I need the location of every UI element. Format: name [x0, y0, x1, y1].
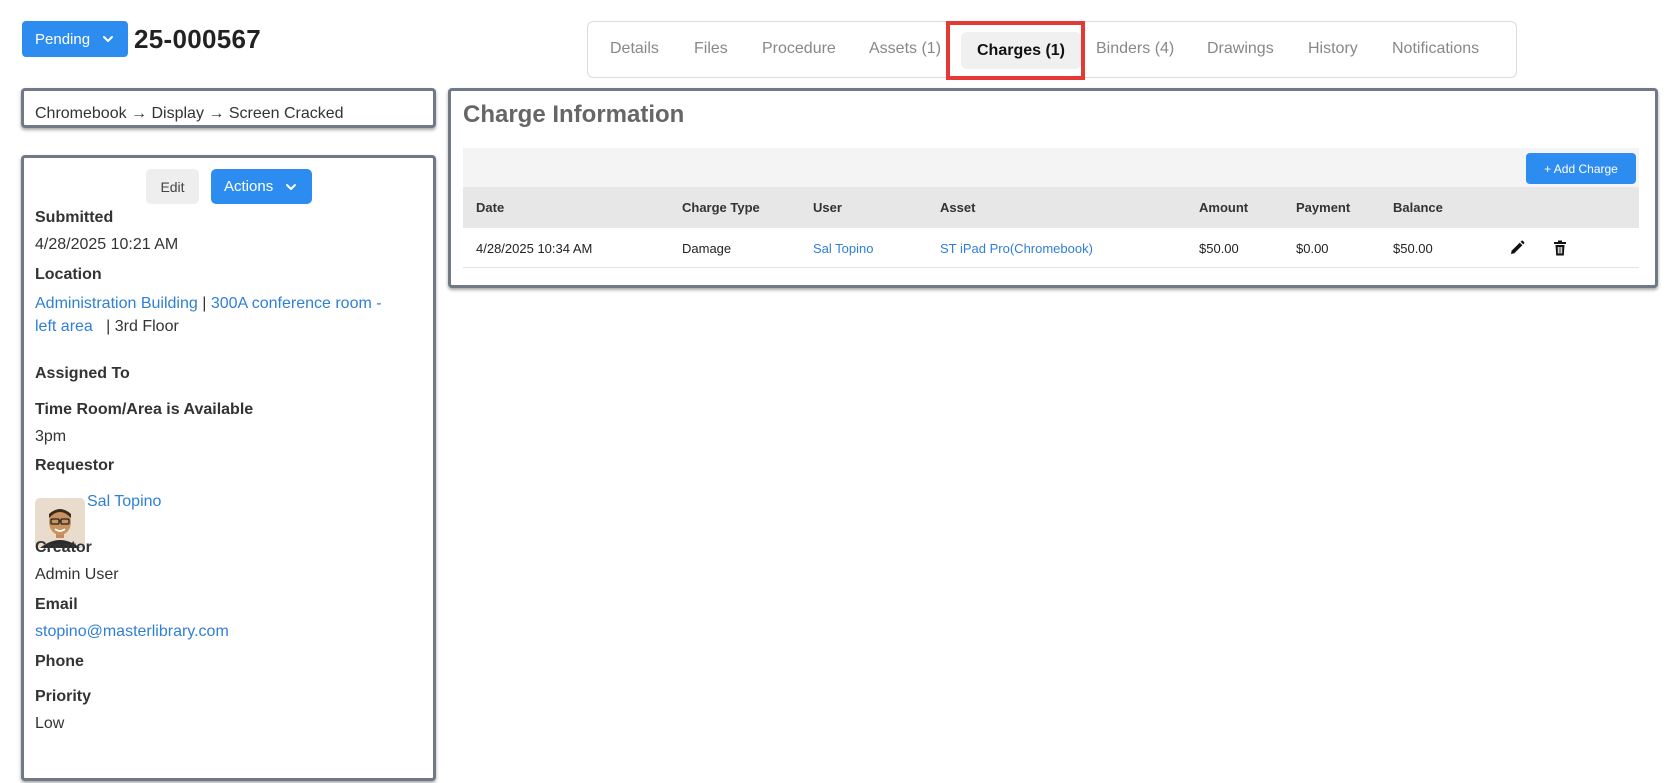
priority-value: Low: [35, 715, 65, 732]
tab-history[interactable]: History: [1308, 40, 1358, 58]
add-charge-button[interactable]: + Add Charge: [1526, 153, 1636, 184]
column-header-charge-type[interactable]: Charge Type: [682, 200, 760, 215]
ticket-info-panel: Edit Actions Submitted 4/28/2025 10:21 A…: [21, 155, 436, 781]
charge-payment: $0.00: [1296, 241, 1329, 256]
column-header-balance[interactable]: Balance: [1393, 200, 1443, 215]
requestor-label: Requestor: [35, 457, 115, 474]
table-row: 4/28/2025 10:34 AM Damage Sal Topino ST …: [463, 228, 1639, 268]
status-dropdown[interactable]: Pending: [22, 21, 128, 57]
location-room-link[interactable]: 300A conference room -: [211, 295, 382, 312]
priority-label: Priority: [35, 688, 92, 705]
location-value: Administration Building | 300A conferenc…: [35, 292, 415, 338]
charge-asset-link[interactable]: ST iPad Pro(Chromebook): [940, 241, 1093, 256]
creator-value: Admin User: [35, 566, 119, 583]
actions-button[interactable]: Actions: [211, 169, 312, 204]
column-header-amount[interactable]: Amount: [1199, 200, 1248, 215]
category-breadcrumb: Chromebook → Display → Screen Cracked: [21, 88, 436, 128]
trash-icon[interactable]: [1551, 239, 1569, 257]
email-link[interactable]: stopino@masterlibrary.com: [35, 623, 229, 641]
chevron-down-icon: [103, 36, 114, 42]
charge-amount: $50.00: [1199, 241, 1239, 256]
charge-information-panel: Charge Information + Add Charge Date Cha…: [448, 88, 1658, 288]
tab-drawings[interactable]: Drawings: [1207, 40, 1274, 58]
tab-files[interactable]: Files: [694, 40, 728, 58]
charges-table-header: Date Charge Type User Asset Amount Payme…: [463, 187, 1639, 228]
edit-pencil-icon[interactable]: [1508, 239, 1526, 257]
location-separator: |: [202, 295, 207, 312]
tab-bar: Details Files Procedure Assets (1) Charg…: [587, 21, 1517, 78]
location-separator: |: [106, 318, 111, 335]
time-available-value: 3pm: [35, 428, 67, 445]
column-header-user[interactable]: User: [813, 200, 842, 215]
submitted-value: 4/28/2025 10:21 AM: [35, 236, 179, 253]
tab-notifications[interactable]: Notifications: [1392, 40, 1479, 58]
column-header-asset[interactable]: Asset: [940, 200, 975, 215]
column-header-payment[interactable]: Payment: [1296, 200, 1350, 215]
actions-label: Actions: [224, 178, 274, 195]
edit-button[interactable]: Edit: [146, 169, 199, 204]
creator-label: Creator: [35, 539, 92, 556]
charges-toolbar: + Add Charge: [463, 148, 1639, 187]
chevron-down-icon: [286, 183, 297, 190]
location-floor: 3rd Floor: [114, 318, 179, 335]
submitted-label: Submitted: [35, 209, 114, 226]
email-label: Email: [35, 596, 78, 613]
tab-charges[interactable]: Charges (1): [961, 32, 1081, 69]
requestor-link[interactable]: Sal Topino: [87, 493, 161, 511]
charge-date: 4/28/2025 10:34 AM: [476, 241, 593, 256]
charge-type: Damage: [682, 241, 732, 256]
charge-user-link[interactable]: Sal Topino: [813, 241, 873, 256]
time-available-label: Time Room/Area is Available: [35, 401, 254, 418]
tab-binders[interactable]: Binders (4): [1096, 40, 1174, 58]
tab-procedure[interactable]: Procedure: [762, 40, 836, 58]
tab-assets[interactable]: Assets (1): [869, 40, 941, 58]
column-header-date[interactable]: Date: [476, 200, 504, 215]
location-building-link[interactable]: Administration Building: [35, 295, 198, 312]
ticket-id: 25-000567: [134, 24, 262, 54]
status-label: Pending: [35, 30, 91, 48]
phone-label: Phone: [35, 653, 84, 670]
charges-title: Charge Information: [463, 101, 685, 128]
location-room-link-cont[interactable]: left area: [35, 318, 93, 335]
location-label: Location: [35, 266, 102, 283]
charge-balance: $50.00: [1393, 241, 1433, 256]
tab-details[interactable]: Details: [610, 40, 659, 58]
assigned-to-label: Assigned To: [35, 365, 130, 382]
